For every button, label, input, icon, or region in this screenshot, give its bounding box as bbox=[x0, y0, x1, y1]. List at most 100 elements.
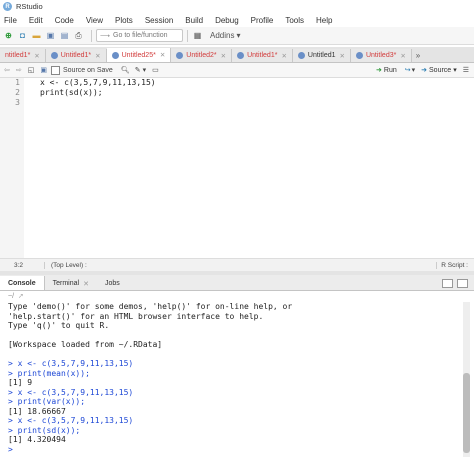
new-file-icon[interactable]: ⊕ bbox=[3, 29, 14, 42]
menu-profile[interactable]: Profile bbox=[251, 16, 274, 25]
maximize-pane-icon[interactable] bbox=[457, 279, 468, 288]
editor-tab-label: Untitled1* bbox=[60, 52, 92, 59]
run-button[interactable]: ➜ Run bbox=[376, 66, 397, 75]
r-file-icon bbox=[176, 52, 184, 59]
main-toolbar: ⊕ ◘ ▬ ▣ ▤ ⎙ ⟶ Go to file/function ▦ Addi… bbox=[0, 27, 474, 45]
more-tabs-icon[interactable]: » bbox=[412, 49, 424, 62]
pane-window-controls bbox=[438, 277, 474, 290]
editor-tab[interactable]: Untitled1* ✕ bbox=[232, 49, 293, 62]
go-to-directory-icon[interactable]: ➚ bbox=[18, 293, 24, 300]
show-in-window-icon[interactable]: ◱ bbox=[28, 66, 35, 74]
close-icon[interactable]: ✕ bbox=[34, 52, 39, 60]
goto-file-function-input[interactable]: ⟶ Go to file/function bbox=[96, 29, 183, 42]
close-icon[interactable]: ✕ bbox=[221, 52, 226, 60]
print-icon[interactable]: ⎙ bbox=[73, 29, 84, 42]
addins-button[interactable]: Addins ▾ bbox=[210, 29, 240, 42]
line-number: 1 bbox=[15, 78, 20, 87]
line-number: 2 bbox=[15, 88, 20, 97]
tab-jobs[interactable]: Jobs bbox=[97, 277, 128, 290]
console-output-line: Type 'q()' to quit R. bbox=[8, 321, 110, 330]
open-file-icon[interactable]: ▬ bbox=[31, 29, 42, 42]
source-editor[interactable]: 123 x <- c(3,5,7,9,11,13,15) print(sd(x))… bbox=[0, 78, 474, 258]
r-file-icon bbox=[297, 52, 305, 59]
close-icon[interactable]: ✕ bbox=[340, 52, 345, 60]
rerun-icon[interactable]: ↪ bbox=[405, 66, 411, 74]
code-area[interactable]: x <- c(3,5,7,9,11,13,15) print(sd(x)); bbox=[40, 78, 156, 108]
menu-help[interactable]: Help bbox=[316, 16, 332, 25]
editor-tab-label: Untitled3* bbox=[365, 52, 397, 59]
scope-selector[interactable]: (Top Level) : bbox=[45, 262, 87, 269]
console-input-line: > print(var(x)); bbox=[8, 397, 86, 406]
console-scrollbar[interactable] bbox=[463, 302, 470, 457]
compile-report-icon[interactable]: ▭ bbox=[152, 66, 159, 74]
save-all-icon[interactable]: ▤ bbox=[59, 29, 70, 42]
save-icon[interactable]: ▣ bbox=[45, 29, 56, 42]
search-icon[interactable]: 🔍︎ bbox=[121, 66, 130, 74]
console-tab-bar: Console Terminal ✕ Jobs bbox=[0, 275, 474, 291]
source-on-save-checkbox[interactable] bbox=[51, 65, 60, 75]
addins-label: Addins bbox=[210, 31, 235, 40]
chevron-down-icon[interactable]: ▾ bbox=[143, 66, 147, 74]
source-button[interactable]: ➜ Source ▾ bbox=[421, 66, 457, 75]
menu-build[interactable]: Build bbox=[185, 16, 203, 25]
menu-view[interactable]: View bbox=[86, 16, 103, 25]
console-tab-label: Terminal bbox=[52, 280, 80, 287]
console-scrollbar-thumb[interactable] bbox=[463, 373, 470, 453]
menu-plots[interactable]: Plots bbox=[115, 16, 133, 25]
forward-arrow-icon[interactable]: ⇨ bbox=[16, 66, 22, 74]
menu-file[interactable]: File bbox=[4, 16, 17, 25]
console-working-directory: ~/ ➚ bbox=[0, 291, 474, 302]
console-input-line: > x <- c(3,5,7,9,11,13,15) bbox=[8, 416, 134, 425]
line-number-gutter: 123 bbox=[0, 78, 24, 258]
editor-tab-label: Untitled1 bbox=[307, 52, 336, 59]
console-tab-label: Jobs bbox=[104, 280, 120, 287]
back-arrow-icon[interactable]: ⇦ bbox=[4, 66, 10, 74]
editor-tab-bar: ntitled1* ✕ Untitled1* ✕ Untitled25* ✕ Untitle… bbox=[0, 47, 474, 63]
close-icon[interactable]: ✕ bbox=[95, 52, 100, 60]
menu-edit[interactable]: Edit bbox=[29, 16, 43, 25]
console-input-line: > print(sd(x)); bbox=[8, 425, 81, 435]
close-icon[interactable]: ✕ bbox=[83, 280, 89, 288]
toolbar-divider bbox=[187, 29, 188, 42]
editor-tab[interactable]: Untitled3* ✕ bbox=[350, 49, 412, 62]
editor-tab[interactable]: Untitled1 ✕ bbox=[292, 49, 351, 62]
editor-tab[interactable]: Untitled1* ✕ bbox=[45, 49, 107, 62]
editor-tab-label: ntitled1* bbox=[5, 52, 31, 59]
wand-icon[interactable]: ✎ bbox=[135, 66, 141, 74]
new-project-icon[interactable]: ◘ bbox=[17, 29, 28, 42]
close-icon[interactable]: ✕ bbox=[400, 52, 405, 60]
editor-outline-icon[interactable]: ☰ bbox=[463, 66, 469, 74]
close-icon[interactable]: ✕ bbox=[281, 52, 286, 60]
editor-tab-label: Untitled1* bbox=[247, 52, 278, 59]
menu-code[interactable]: Code bbox=[55, 16, 74, 25]
tab-console[interactable]: Console bbox=[0, 276, 45, 290]
console-output-line: [1] 9 bbox=[8, 378, 33, 387]
source-label: Source bbox=[429, 66, 452, 74]
minimize-pane-icon[interactable] bbox=[442, 279, 453, 288]
editor-tab[interactable]: ntitled1* ✕ bbox=[0, 49, 46, 62]
menu-debug[interactable]: Debug bbox=[215, 16, 239, 25]
editor-toolbar: ⇦ ⇨ ◱ ▣ Source on Save 🔍︎ ✎ ▾ ▭ ➜ Run ↪ … bbox=[0, 63, 474, 78]
console-output[interactable]: Type 'demo()' for some demos, 'help()' f… bbox=[0, 302, 460, 457]
tab-terminal[interactable]: Terminal ✕ bbox=[45, 277, 97, 290]
editor-tab-label: Untitled2* bbox=[186, 52, 217, 59]
editor-tab[interactable]: Untitled25* ✕ bbox=[106, 48, 172, 62]
console-input-line: > bbox=[8, 444, 13, 454]
console-input-line: > x <- c(3,5,7,9,11,13,15) bbox=[8, 359, 134, 368]
source-on-save-label: Source on Save bbox=[63, 66, 113, 74]
editor-tab[interactable]: Untitled2* ✕ bbox=[171, 49, 233, 62]
editor-save-icon[interactable]: ▣ bbox=[40, 66, 47, 74]
rerun-chevron-down-icon[interactable]: ▾ bbox=[412, 66, 416, 74]
menu-session[interactable]: Session bbox=[145, 16, 173, 25]
console-input-line: > print(mean(x)); bbox=[8, 368, 90, 378]
run-label: Run bbox=[383, 66, 397, 74]
source-arrow-icon: ➜ bbox=[421, 67, 428, 74]
menu-tools[interactable]: Tools bbox=[285, 16, 304, 25]
run-arrow-icon: ➜ bbox=[376, 67, 382, 74]
file-type-selector[interactable]: R Script : bbox=[436, 261, 474, 269]
goto-arrow-icon: ⟶ bbox=[100, 32, 111, 40]
working-directory-label: ~/ bbox=[8, 293, 15, 300]
workspace-panes-icon[interactable]: ▦ bbox=[192, 29, 203, 42]
close-icon[interactable]: ✕ bbox=[160, 51, 165, 59]
